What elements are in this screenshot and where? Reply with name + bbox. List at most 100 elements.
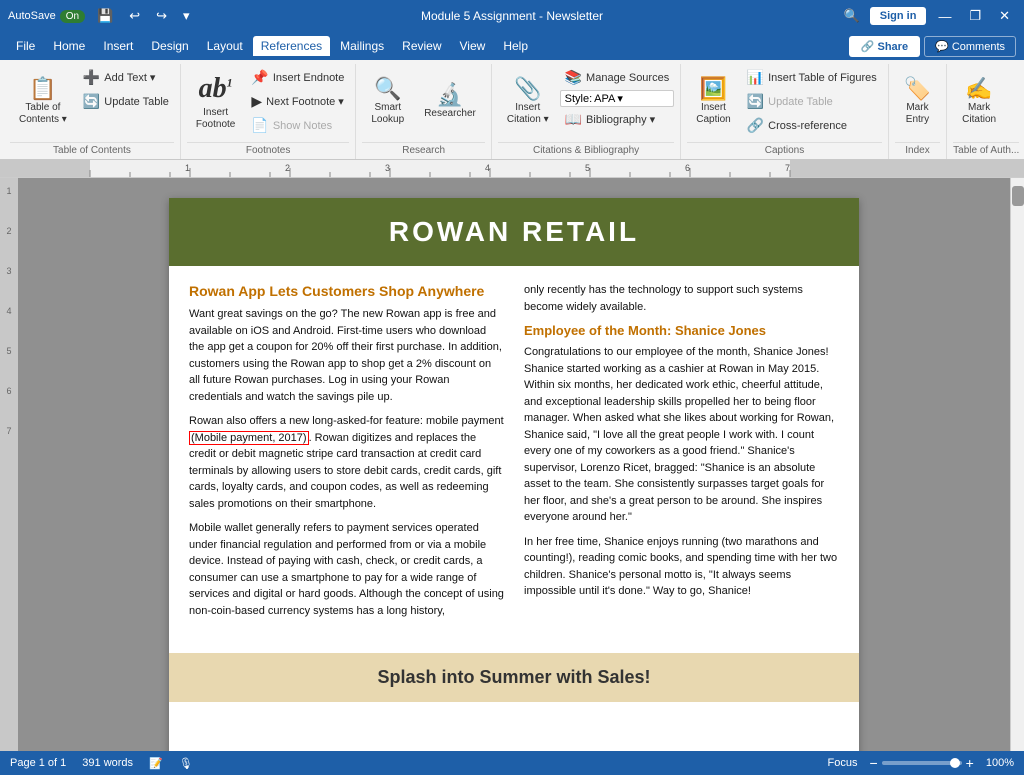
ribbon-group-research: 🔍 SmartLookup 🔬 Researcher Research [356, 64, 492, 159]
bibliography-icon: 📖 [565, 111, 582, 128]
article2-body: Congratulations to our employee of the m… [524, 344, 839, 600]
share-button[interactable]: 🔗 Share [849, 36, 920, 57]
insert-caption-button[interactable]: 🖼️ InsertCaption [687, 66, 739, 138]
citations-sub-buttons: 📚 Manage Sources Style: APA ▾ 📖 Bibliogr… [560, 66, 675, 131]
svg-text:4: 4 [485, 163, 490, 173]
captions-sub-buttons: 📊 Insert Table of Figures 🔄 Update Table… [742, 66, 882, 137]
close-button[interactable]: ✕ [993, 6, 1016, 26]
insert-endnote-button[interactable]: 📌 Insert Endnote [246, 66, 349, 89]
endnote-icon: 📌 [251, 69, 268, 86]
document-page: ROWAN RETAIL Rowan App Lets Customers Sh… [169, 198, 859, 751]
menu-layout[interactable]: Layout [199, 36, 251, 56]
ribbon-group-citations-content: 📎 InsertCitation ▾ 📚 Manage Sources Styl… [498, 66, 674, 142]
show-notes-label: Show Notes [273, 120, 332, 132]
ribbon-group-captions: 🖼️ InsertCaption 📊 Insert Table of Figur… [681, 64, 889, 159]
redo-icon[interactable]: ↪ [152, 6, 171, 26]
ruler-svg: 1 2 3 4 5 6 7 [30, 160, 994, 177]
cross-reference-label: Cross-reference [768, 120, 847, 132]
style-selector[interactable]: Style: APA ▾ [560, 90, 675, 107]
comments-button[interactable]: 💬 Comments [924, 36, 1016, 57]
article2-intro-text: only recently has the technology to supp… [524, 282, 839, 315]
employee-section-title: Employee of the Month: Shanice Jones [524, 323, 839, 338]
ribbon-group-research-content: 🔍 SmartLookup 🔬 Researcher [362, 66, 485, 142]
mark-entry-button[interactable]: 🏷️ MarkEntry [895, 66, 940, 138]
scrollbar-thumb[interactable] [1012, 186, 1024, 206]
document-scroll[interactable]: ROWAN RETAIL Rowan App Lets Customers Sh… [18, 178, 1010, 751]
title-bar-right: 🔍 Sign in — ❐ ✕ [840, 6, 1016, 26]
insert-table-figures-label: Insert Table of Figures [768, 72, 877, 84]
bibliography-label: Bibliography ▾ [586, 113, 655, 126]
menu-references[interactable]: References [253, 36, 330, 56]
research-group-label: Research [362, 142, 485, 159]
zoom-slider[interactable] [882, 761, 962, 765]
zoom-slider-thumb [950, 758, 960, 768]
zoom-in-icon[interactable]: + [966, 755, 974, 771]
more-icon[interactable]: ▾ [179, 6, 194, 26]
insert-citation-button[interactable]: 📎 InsertCitation ▾ [498, 66, 558, 138]
bibliography-button[interactable]: 📖 Bibliography ▾ [560, 108, 675, 131]
save-icon[interactable]: 💾 [93, 6, 117, 26]
undo-icon[interactable]: ↩ [125, 6, 144, 26]
article1-para1: Want great savings on the go? The new Ro… [189, 306, 504, 405]
ribbon-group-captions-content: 🖼️ InsertCaption 📊 Insert Table of Figur… [687, 66, 882, 142]
restore-button[interactable]: ❐ [963, 6, 987, 26]
add-text-button[interactable]: ➕ Add Text ▾ [78, 66, 174, 89]
citation-icon: 📎 [514, 78, 541, 100]
menu-insert[interactable]: Insert [95, 36, 141, 56]
menu-file[interactable]: File [8, 36, 43, 56]
menu-help[interactable]: Help [495, 36, 536, 56]
autosave-toggle[interactable]: On [60, 10, 85, 23]
update-table-label: Update Table [104, 96, 169, 108]
menu-mailings[interactable]: Mailings [332, 36, 392, 56]
menu-design[interactable]: Design [143, 36, 196, 56]
ribbon-group-footnotes-content: ab1 InsertFootnote 📌 Insert Endnote ▶ Ne… [187, 66, 349, 142]
manage-sources-button[interactable]: 📚 Manage Sources [560, 66, 675, 89]
update-table-button[interactable]: 🔄 Update Table [78, 90, 174, 113]
article2-para2: In her free time, Shanice enjoys running… [524, 534, 839, 600]
zoom-out-icon[interactable]: − [869, 755, 877, 771]
mark-citation-button[interactable]: ✍️ MarkCitation [953, 66, 1005, 138]
document-col-right: only recently has the technology to supp… [524, 282, 839, 627]
menu-home[interactable]: Home [45, 36, 93, 56]
footnote-icon: ab1 [199, 73, 233, 105]
toc-icon: 📋 [29, 78, 56, 100]
ruler-left-margin [0, 160, 30, 177]
insert-table-of-figures-button[interactable]: 📊 Insert Table of Figures [742, 66, 882, 89]
smart-lookup-button[interactable]: 🔍 SmartLookup [362, 66, 413, 138]
svg-text:2: 2 [285, 163, 290, 173]
cross-ref-icon: 🔗 [747, 117, 764, 134]
article1-para3: Mobile wallet generally refers to paymen… [189, 520, 504, 619]
record-icon: 🎙 [179, 757, 193, 770]
next-footnote-button[interactable]: ▶ Next Footnote ▾ [246, 90, 349, 113]
zoom-level: 100% [986, 757, 1014, 769]
document-col-left: Rowan App Lets Customers Shop Anywhere W… [189, 282, 504, 627]
footnotes-group-label: Footnotes [187, 142, 349, 159]
ribbon: 📋 Table ofContents ▾ ➕ Add Text ▾ 🔄 Upda… [0, 60, 1024, 160]
autosave-label: AutoSave [8, 10, 56, 22]
minimize-button[interactable]: — [932, 7, 957, 26]
table-of-contents-button[interactable]: 📋 Table ofContents ▾ [10, 66, 76, 138]
show-notes-button[interactable]: 📄 Show Notes [246, 114, 349, 137]
zoom-area: − + [869, 755, 973, 771]
manage-sources-label: Manage Sources [586, 72, 669, 84]
citations-group-label: Citations & Bibliography [498, 142, 674, 159]
focus-label[interactable]: Focus [828, 757, 858, 769]
insert-endnote-label: Insert Endnote [273, 72, 345, 84]
ribbon-group-toc: 📋 Table ofContents ▾ ➕ Add Text ▾ 🔄 Upda… [4, 64, 181, 159]
insert-footnote-button[interactable]: ab1 InsertFootnote [187, 66, 244, 138]
scrollbar-right[interactable] [1010, 178, 1024, 751]
table-figures-icon: 📊 [747, 69, 764, 86]
menu-review[interactable]: Review [394, 36, 449, 56]
svg-text:7: 7 [785, 163, 790, 173]
sign-in-button[interactable]: Sign in [870, 7, 927, 25]
menu-view[interactable]: View [452, 36, 494, 56]
document-container: 1 2 3 4 5 6 7 ROWAN RETAIL Rowan App Let… [0, 178, 1024, 751]
search-icon[interactable]: 🔍 [840, 6, 864, 26]
researcher-button[interactable]: 🔬 Researcher [415, 66, 485, 138]
update-table-captions-button[interactable]: 🔄 Update Table [742, 90, 882, 113]
next-fn-icon: ▶ [251, 93, 262, 110]
status-icon: 📝 [149, 757, 163, 770]
cross-reference-button[interactable]: 🔗 Cross-reference [742, 114, 882, 137]
mark-entry-icon: 🏷️ [904, 78, 931, 100]
ruler-right-margin [994, 160, 1024, 177]
